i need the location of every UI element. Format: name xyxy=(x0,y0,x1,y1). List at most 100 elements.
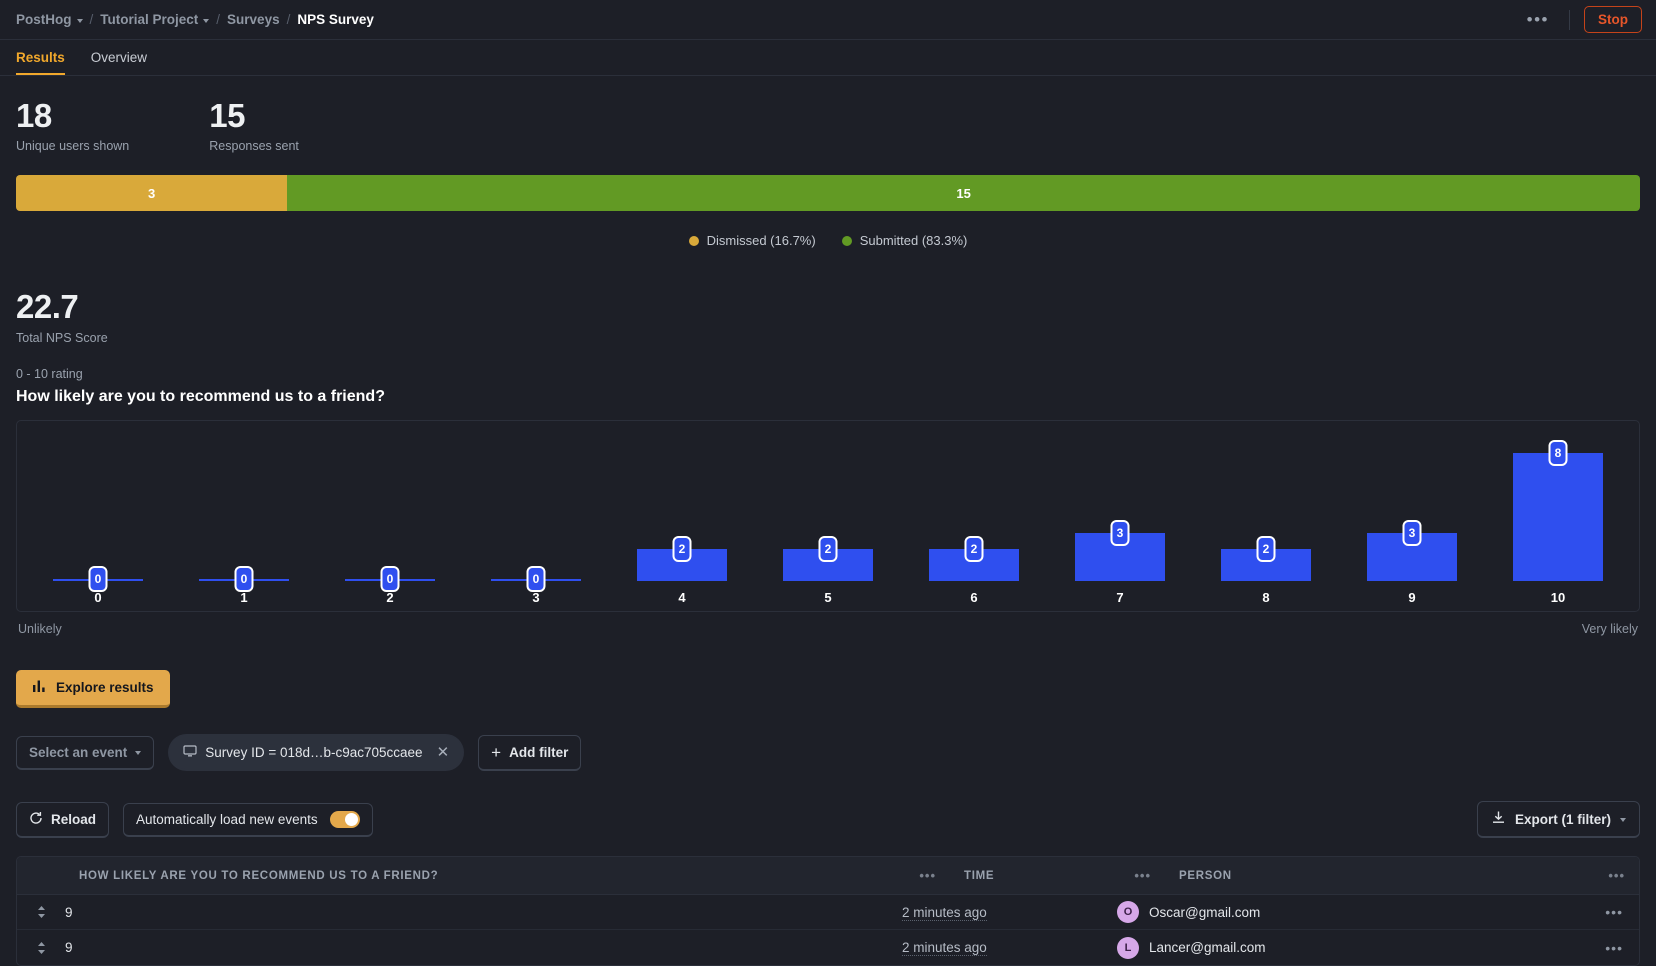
bar-column[interactable]: 02 xyxy=(317,431,463,611)
autoload-toggle[interactable]: Automatically load new events xyxy=(123,802,373,837)
breadcrumb-label: PostHog xyxy=(16,12,72,27)
refresh-icon xyxy=(29,811,43,828)
breadcrumb-item[interactable]: PostHog xyxy=(16,12,83,27)
tab-overview[interactable]: Overview xyxy=(91,50,147,75)
close-icon[interactable]: ✕ xyxy=(437,743,450,761)
x-axis-tick-label: 2 xyxy=(386,590,394,606)
column-header-question[interactable]: HOW LIKELY ARE YOU TO RECOMMEND US TO A … xyxy=(65,868,950,883)
bar-value-badge: 8 xyxy=(1548,440,1568,467)
cell-person[interactable]: L Lancer@gmail.com xyxy=(1117,936,1605,959)
bar-value-badge: 2 xyxy=(1256,536,1276,563)
bar-wrapper: 2 xyxy=(1193,536,1339,582)
breadcrumb-separator: / xyxy=(286,12,291,27)
toggle-switch[interactable] xyxy=(329,810,360,828)
nps-score-value: 22.7 xyxy=(16,288,79,326)
bar-value-badge: 3 xyxy=(1110,520,1130,547)
divider xyxy=(1569,9,1570,30)
cell-answer: 9 xyxy=(65,904,73,920)
bar-wrapper: 0 xyxy=(171,566,317,593)
breadcrumb-item[interactable]: Surveys xyxy=(227,12,280,27)
page-content: 18 Unique users shown 15 Responses sent … xyxy=(0,76,1656,966)
x-axis-tick-label: 10 xyxy=(1550,590,1566,606)
table-row[interactable]: 9 2 minutes ago L Lancer@gmail.com ••• xyxy=(17,930,1639,965)
event-select-dropdown[interactable]: Select an event xyxy=(16,735,155,770)
explore-results-button[interactable]: Explore results xyxy=(16,670,170,709)
row-expand-icon[interactable] xyxy=(17,904,65,920)
table-row[interactable]: 9 2 minutes ago O Oscar@gmail.com ••• xyxy=(17,895,1639,931)
bar-chart-icon xyxy=(32,679,46,696)
tab-results[interactable]: Results xyxy=(16,50,65,75)
bar-column[interactable]: 26 xyxy=(901,431,1047,611)
bar-column[interactable]: 8 10 xyxy=(1485,431,1631,611)
topbar-actions: ••• Stop xyxy=(1521,6,1642,33)
column-label: HOW LIKELY ARE YOU TO RECOMMEND US TO A … xyxy=(79,869,439,882)
export-button[interactable]: Export (1 filter) xyxy=(1476,801,1640,839)
column-header-person[interactable]: PERSON ••• xyxy=(1165,868,1639,883)
bar-column[interactable]: 37 xyxy=(1047,431,1193,611)
breadcrumb-separator: / xyxy=(89,12,94,27)
x-axis-tick-label: 4 xyxy=(678,590,686,606)
monitor-icon xyxy=(183,744,197,761)
breadcrumb-item[interactable]: Tutorial Project xyxy=(100,12,210,27)
bar-column[interactable]: 39 xyxy=(1339,431,1485,611)
bar-column[interactable]: 03 xyxy=(463,431,609,611)
column-menu-icon[interactable]: ••• xyxy=(919,868,936,883)
breadcrumb-item[interactable]: NPS Survey xyxy=(297,12,374,27)
stat-unique-users-shown: 18 Unique users shown xyxy=(16,97,129,153)
stat-value: 18 xyxy=(16,97,52,134)
event-select-label: Select an event xyxy=(29,744,128,760)
column-header-time[interactable]: TIME ••• xyxy=(950,868,1165,883)
row-menu-icon[interactable]: ••• xyxy=(1605,904,1639,920)
bar-column[interactable]: 24 xyxy=(609,431,755,611)
chevron-down-icon xyxy=(1620,818,1626,823)
bar xyxy=(1512,453,1604,582)
column-menu-icon[interactable]: ••• xyxy=(1608,868,1625,883)
x-axis-tick-label: 0 xyxy=(94,590,102,606)
column-label: TIME xyxy=(964,869,995,882)
breadcrumb: PostHog / Tutorial Project / Surveys / NPS Sur… xyxy=(16,12,374,27)
nps-score-label: Total NPS Score xyxy=(16,331,108,346)
legend-item: Submitted (83.3%) xyxy=(841,233,967,248)
bar-value-badge: 0 xyxy=(526,566,546,593)
chevron-down-icon xyxy=(135,751,142,756)
person-email: Oscar@gmail.com xyxy=(1149,904,1261,920)
add-filter-button[interactable]: + Add filter xyxy=(478,734,582,771)
chevron-down-icon xyxy=(76,18,83,23)
breadcrumb-label: Tutorial Project xyxy=(100,12,199,27)
stat-value: 15 xyxy=(209,97,245,134)
download-icon xyxy=(1491,810,1506,828)
survey-id-filter-pill[interactable]: Survey ID = 018d…b-c9ac705ccaee ✕ xyxy=(168,734,465,772)
bar-wrapper: 0 xyxy=(463,566,609,593)
bar-wrapper: 2 xyxy=(609,536,755,582)
x-axis-tick-label: 6 xyxy=(970,590,978,606)
bar-wrapper: 2 xyxy=(901,536,1047,582)
column-menu-icon[interactable]: ••• xyxy=(1134,868,1151,883)
x-axis-tick-label: 9 xyxy=(1408,590,1416,606)
bar-column[interactable]: 25 xyxy=(755,431,901,611)
x-axis-tick-label: 7 xyxy=(1116,590,1124,606)
bar-column[interactable]: 28 xyxy=(1193,431,1339,611)
table-header: HOW LIKELY ARE YOU TO RECOMMEND US TO A … xyxy=(17,857,1639,896)
bar-wrapper: 8 xyxy=(1485,440,1631,582)
bar-column[interactable]: 00 xyxy=(25,431,171,611)
chevron-down-icon xyxy=(203,18,210,23)
toggle-knob xyxy=(344,812,358,826)
reload-button[interactable]: Reload xyxy=(16,801,110,838)
stat-label: Responses sent xyxy=(209,139,299,154)
row-menu-icon[interactable]: ••• xyxy=(1605,940,1639,956)
explore-results-label: Explore results xyxy=(56,680,154,696)
rating-range-label: 0 - 10 rating xyxy=(16,367,83,382)
survey-id-filter-label: Survey ID = 018d…b-c9ac705ccaee xyxy=(205,744,423,760)
x-axis-tick-label: 3 xyxy=(532,590,540,606)
cell-person[interactable]: O Oscar@gmail.com xyxy=(1117,901,1605,924)
more-options-button[interactable]: ••• xyxy=(1521,8,1555,32)
bar-column[interactable]: 01 xyxy=(171,431,317,611)
x-axis-tick-label: 8 xyxy=(1262,590,1270,606)
legend-color-dot xyxy=(688,235,699,246)
stop-button[interactable]: Stop xyxy=(1584,6,1642,33)
x-axis-tick-label: 1 xyxy=(240,590,248,606)
add-filter-label: Add filter xyxy=(509,744,569,760)
legend-item: Dismissed (16.7%) xyxy=(688,233,816,248)
row-expand-icon[interactable] xyxy=(17,940,65,956)
bar-wrapper: 3 xyxy=(1047,520,1193,582)
